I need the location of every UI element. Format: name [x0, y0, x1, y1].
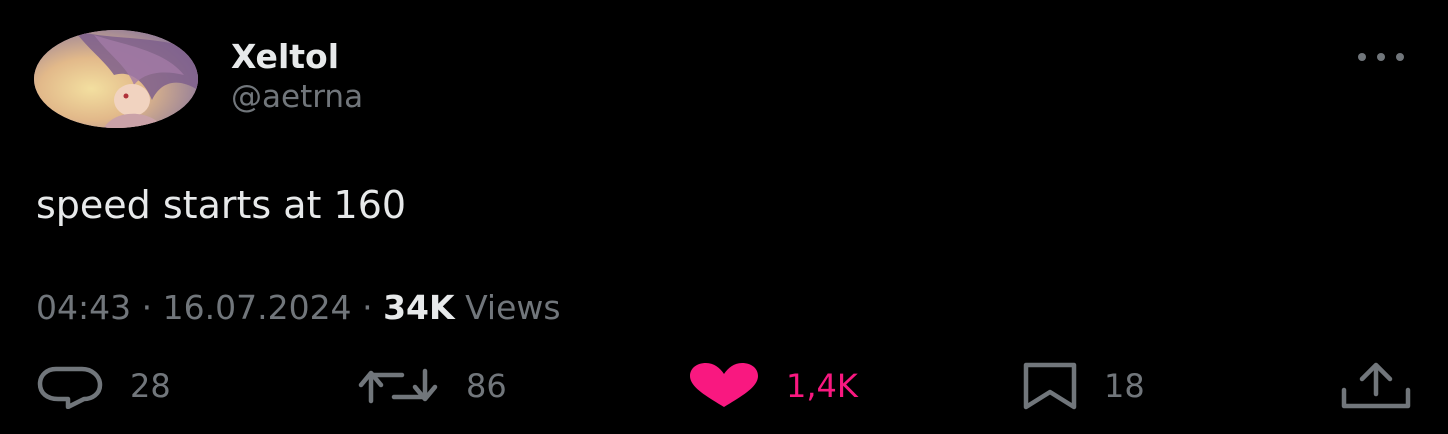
avatar-image — [34, 30, 198, 128]
like-count: 1,4K — [786, 367, 858, 405]
author-display-name[interactable]: Xeltol — [231, 37, 339, 76]
retweet-icon — [358, 368, 438, 404]
tweet-text: speed starts at 160 — [36, 183, 407, 227]
tweet-date[interactable]: 16.07.2024 — [163, 288, 352, 327]
more-options-button[interactable] — [1350, 40, 1412, 74]
views-label: Views — [465, 288, 561, 327]
meta-separator: · — [141, 288, 153, 327]
bookmark-button[interactable]: 18 — [1022, 360, 1145, 412]
share-icon — [1341, 362, 1411, 409]
reply-button[interactable]: 28 — [36, 360, 171, 412]
more-dots-icon — [1358, 53, 1404, 61]
like-button[interactable]: 1,4K — [688, 360, 858, 412]
views-count[interactable]: 34K — [383, 288, 455, 327]
bookmark-count: 18 — [1104, 367, 1145, 405]
retweet-button[interactable]: 86 — [356, 360, 507, 412]
reply-icon — [37, 366, 103, 409]
tweet-time[interactable]: 04:43 — [36, 288, 131, 327]
bookmark-icon — [1023, 362, 1077, 410]
avatar[interactable] — [34, 30, 198, 128]
share-button[interactable] — [1340, 360, 1412, 412]
author-handle[interactable]: @aetrna — [231, 79, 363, 115]
tweet-meta: 04:43 · 16.07.2024 · 34K Views — [36, 288, 561, 327]
meta-separator: · — [362, 288, 373, 327]
reply-count: 28 — [130, 367, 171, 405]
retweet-count: 86 — [466, 367, 507, 405]
heart-icon — [690, 363, 758, 407]
